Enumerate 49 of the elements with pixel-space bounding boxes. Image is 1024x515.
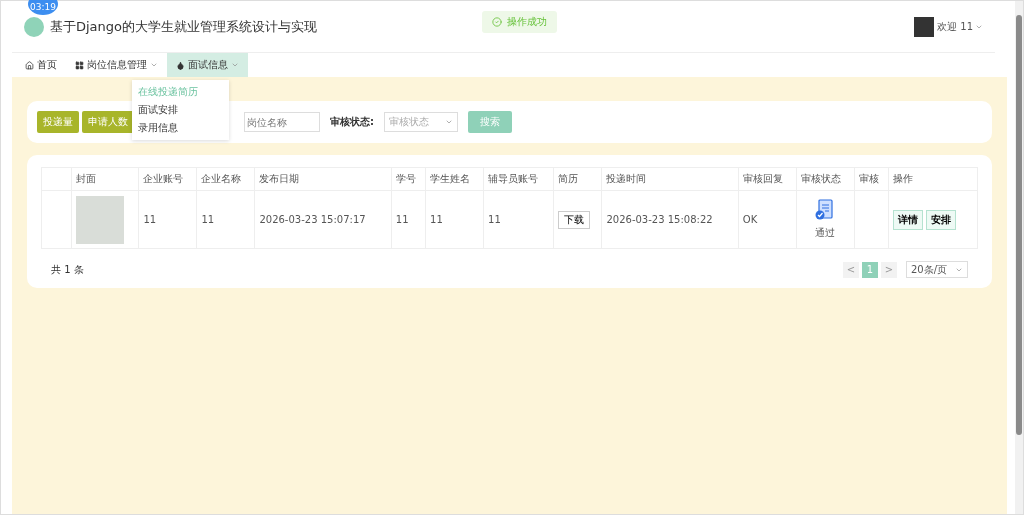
column-header: 企业名称	[196, 167, 255, 191]
table-cell: 11	[483, 190, 554, 249]
column-header: 操作	[888, 167, 978, 191]
action-button[interactable]: 安排	[926, 209, 957, 230]
logo-icon	[24, 16, 44, 37]
page-size-select[interactable]: 20条/页	[906, 261, 968, 278]
table-cell: 2026-03-23 15:08:22	[601, 190, 739, 249]
column-header: 简历	[553, 167, 602, 191]
photo-placeholder	[76, 195, 124, 244]
table-cell: 11	[391, 190, 426, 249]
nav-tab[interactable]: 首页	[16, 53, 66, 77]
app-title: 基于Django的大学生就业管理系统设计与实现	[50, 17, 318, 36]
nav-tab[interactable]: 岗位信息管理	[66, 53, 167, 77]
status-text: 通过	[815, 226, 836, 240]
table-cell: 2026-03-23 15:07:17	[254, 190, 392, 249]
column-header: 学号	[391, 167, 426, 191]
menu-item[interactable]: 面试安排	[132, 101, 229, 119]
column-header: 审核状态	[796, 167, 855, 191]
table-cell: OK	[738, 190, 797, 249]
action-button[interactable]: 详情	[893, 209, 924, 230]
column-header: 辅导员账号	[483, 167, 554, 191]
menu-item[interactable]: 录用信息	[132, 119, 229, 137]
caret-icon	[150, 61, 158, 69]
user-menu[interactable]: 欢迎 11	[937, 19, 983, 34]
column-header: 投递时间	[601, 167, 739, 191]
column-header: 审核	[854, 167, 889, 191]
avatar[interactable]	[914, 16, 935, 37]
table-cell: 11	[425, 190, 484, 249]
nav-tab[interactable]: 面试信息	[167, 53, 248, 77]
toast-text: 操作成功	[507, 15, 547, 29]
table-cell: 11	[196, 190, 255, 249]
field-label: 审核状态:	[330, 115, 374, 129]
column-header: 发布日期	[254, 167, 392, 191]
home-icon	[25, 60, 34, 70]
column-header: 封面	[71, 167, 139, 191]
search-field[interactable]: 岗位名称	[244, 112, 320, 132]
grid-icon	[75, 60, 84, 70]
drop-icon	[176, 60, 185, 70]
download-button[interactable]: 下载	[557, 210, 590, 229]
table-cell: 11	[138, 190, 197, 249]
column-header: 企业账号	[138, 167, 197, 191]
scrollbar[interactable]	[1016, 15, 1022, 435]
check-icon	[492, 17, 502, 27]
caret-icon	[231, 61, 239, 69]
total-count: 共 1 条	[50, 262, 85, 277]
caret-icon	[445, 118, 453, 126]
timer-badge: 03:19	[28, 0, 58, 15]
column-header: 审核回复	[738, 167, 797, 191]
column-header: 学生姓名	[425, 167, 484, 191]
